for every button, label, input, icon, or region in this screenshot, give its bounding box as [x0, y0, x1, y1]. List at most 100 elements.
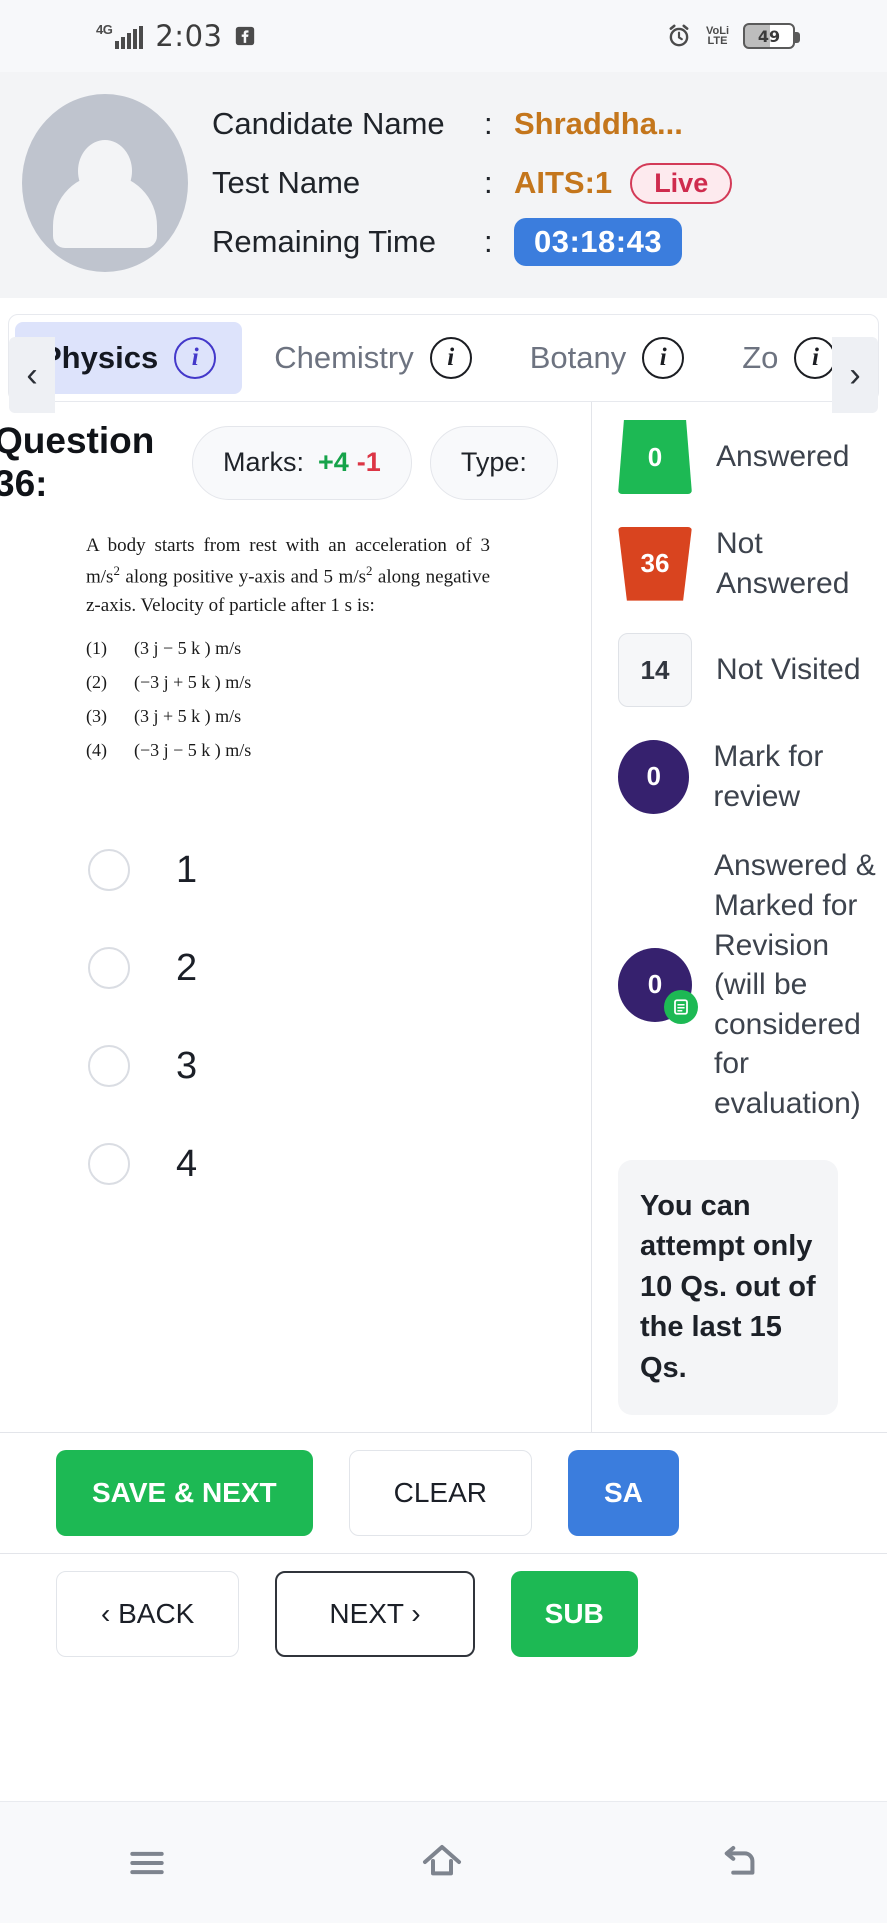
legend-item-answered-marked[interactable]: 0 Answered & Marked for Revision (will b…: [618, 846, 887, 1123]
info-icon-physics[interactable]: i: [174, 337, 217, 379]
question-options-image: (1) (3 j − 5 k ) m/s (2) (−3 j + 5 k ) m…: [86, 631, 490, 768]
attempt-note-card: You can attempt only 10 Qs. out of the l…: [618, 1159, 838, 1415]
question-stem: A body starts from rest with an accelera…: [86, 531, 490, 621]
tabs-scroll-right-icon[interactable]: ›: [832, 337, 878, 413]
question-body: A body starts from rest with an accelera…: [0, 505, 591, 767]
back-icon[interactable]: [716, 1840, 762, 1886]
question-option-4-text: (−3 j − 5 k ) m/s: [134, 740, 252, 761]
question-option-3-num: (3): [86, 706, 107, 727]
test-name-row: Test Name : AITS:1 Live: [212, 154, 887, 213]
answer-choice-2[interactable]: 2: [88, 919, 591, 1017]
test-name-value: AITS:1: [514, 165, 613, 200]
list-icon: [664, 989, 698, 1024]
not-visited-badge: 14: [618, 633, 692, 708]
status-bar: 4G 2:03 VoLi LTE 49: [0, 0, 887, 72]
battery-icon: 49: [743, 23, 800, 49]
clear-button[interactable]: CLEAR: [348, 1450, 532, 1536]
radio-icon-3[interactable]: [88, 1045, 130, 1088]
question-option-1-num: (1): [86, 637, 107, 658]
question-option-1: (1) (3 j − 5 k ) m/s: [86, 631, 490, 665]
legend-item-not-visited[interactable]: 14 Not Visited: [618, 633, 887, 708]
not-answered-badge: 36: [618, 526, 692, 601]
not-visited-count: 14: [640, 654, 670, 685]
radio-icon-1[interactable]: [88, 849, 130, 892]
question-option-2-text: (−3 j + 5 k ) m/s: [134, 671, 252, 692]
answer-choices: 1 2 3 4: [0, 821, 591, 1213]
marks-pill: Marks: +4 -1: [192, 425, 412, 500]
colon-2: :: [484, 165, 493, 200]
tab-physics-label: Physics: [41, 340, 159, 375]
action-bar: SAVE & NEXT CLEAR SA ‹ BACK NEXT › SUB: [0, 1432, 887, 1673]
android-nav-bar: [0, 1801, 887, 1923]
answered-badge: 0: [618, 420, 692, 494]
question-header: Question 36: Marks: +4 -1 Type:: [0, 402, 591, 505]
answer-choice-4-label: 4: [176, 1142, 198, 1185]
info-icon-botany[interactable]: i: [642, 337, 685, 379]
question-stem-line1: A body starts from rest with an accelera…: [86, 535, 472, 557]
save-and-next-button[interactable]: SAVE & NEXT: [56, 1450, 313, 1536]
action-row-primary: SAVE & NEXT CLEAR SA: [0, 1433, 887, 1553]
radio-icon-2[interactable]: [88, 947, 130, 990]
remaining-time-row: Remaining Time : 03:18:43: [212, 213, 887, 272]
question-option-2: (2) (−3 j + 5 k ) m/s: [86, 665, 490, 699]
signal-bars-icon: [115, 26, 144, 49]
not-answered-label: Not Answered: [716, 527, 850, 600]
not-answered-count: 36: [640, 548, 670, 579]
answer-choice-3-label: 3: [176, 1044, 198, 1087]
app-screen: 4G 2:03 VoLi LTE 49 Candidate Name: Shr…: [0, 0, 887, 1923]
info-icon-chemistry[interactable]: i: [429, 337, 472, 379]
answer-choice-4[interactable]: 4: [88, 1115, 591, 1213]
legend-item-not-answered[interactable]: 36 Not Answered: [618, 524, 887, 603]
subject-tabs-list: Physics i Chemistry i Botany i Zo i: [9, 315, 878, 401]
tab-botany[interactable]: Botany i: [504, 322, 711, 394]
question-title: Question 36:: [0, 420, 155, 504]
alarm-icon: [669, 24, 689, 47]
tab-chemistry[interactable]: Chemistry i: [248, 322, 498, 394]
answered-marked-count: 0: [647, 969, 663, 1000]
remaining-time-value: 03:18:43: [514, 218, 683, 266]
question-stem-line2b: along positive y-axis and 5 m/s: [119, 565, 366, 587]
live-badge: Live: [630, 162, 733, 204]
status-bar-left: 4G 2:03: [96, 19, 256, 53]
status-legend-panel: 0 Answered 36 Not Answered 14 Not Visite…: [592, 402, 887, 1432]
tabs-scroll-left-icon[interactable]: ‹: [9, 337, 55, 413]
candidate-header: Candidate Name : Shraddha... Test Name :…: [0, 72, 887, 298]
question-option-3: (3) (3 j + 5 k ) m/s: [86, 699, 490, 733]
volte-icon: VoLi LTE: [706, 26, 729, 47]
question-option-1-text: (3 j − 5 k ) m/s: [134, 637, 242, 658]
volte-bottom-label: LTE: [707, 35, 728, 47]
tab-chemistry-label: Chemistry: [274, 340, 414, 375]
home-icon[interactable]: [418, 1839, 466, 1887]
next-button[interactable]: NEXT ›: [275, 1570, 475, 1657]
tab-zoology-label: Zo: [742, 340, 779, 375]
question-option-3-text: (3 j + 5 k ) m/s: [134, 706, 242, 727]
submit-button[interactable]: SUB: [510, 1570, 638, 1657]
facebook-icon: [236, 26, 255, 46]
remaining-time-label: Remaining Time: [212, 224, 436, 259]
tab-botany-label: Botany: [529, 340, 627, 375]
user-avatar-icon: [22, 94, 188, 272]
answer-choice-1[interactable]: 1: [88, 821, 591, 919]
mark-review-badge: 0: [618, 739, 690, 814]
action-row-navigation: ‹ BACK NEXT › SUB: [0, 1553, 887, 1673]
answer-choice-3[interactable]: 3: [88, 1017, 591, 1115]
back-button[interactable]: ‹ BACK: [56, 1570, 240, 1657]
answered-marked-badge: 0: [618, 947, 698, 1024]
legend-item-mark-for-review[interactable]: 0 Mark for review: [618, 737, 887, 816]
radio-icon-4[interactable]: [88, 1143, 130, 1186]
type-pill: Type:: [429, 425, 558, 500]
candidate-name-row: Candidate Name : Shraddha...: [212, 95, 887, 154]
marks-label: Marks:: [223, 447, 304, 478]
legend-item-answered[interactable]: 0 Answered: [618, 420, 887, 494]
avatar-body: [53, 174, 157, 248]
subject-tabs: ‹ Physics i Chemistry i Botany i Zo i ›: [8, 314, 879, 413]
candidate-name-label: Candidate Name: [212, 106, 445, 141]
menu-icon[interactable]: [125, 1841, 169, 1885]
answered-marked-label: Answered & Marked for Revision (will be …: [714, 849, 876, 1120]
save-button[interactable]: SA: [568, 1450, 679, 1536]
marks-positive: +4: [318, 447, 349, 478]
question-option-4: (4) (−3 j − 5 k ) m/s: [86, 733, 490, 767]
question-panel: Question 36: Marks: +4 -1 Type: A body s…: [0, 402, 592, 1432]
question-option-4-num: (4): [86, 740, 107, 761]
info-icon-zoology[interactable]: i: [794, 337, 837, 379]
